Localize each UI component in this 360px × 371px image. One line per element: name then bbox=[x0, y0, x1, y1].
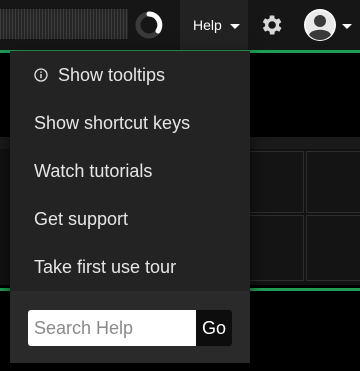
top-navbar: Help bbox=[0, 0, 360, 50]
menu-item-show-shortcut-keys[interactable]: Show shortcut keys bbox=[10, 99, 250, 147]
help-menu-button[interactable]: Help bbox=[180, 0, 248, 50]
caret-down-icon bbox=[229, 23, 240, 29]
help-menu-list: Show tooltips Show shortcut keys Watch t… bbox=[10, 51, 250, 291]
caret-down-icon bbox=[342, 23, 352, 29]
loading-spinner-icon bbox=[135, 11, 163, 39]
menu-item-first-use-tour[interactable]: Take first use tour bbox=[10, 243, 250, 291]
dashboard-tile bbox=[306, 215, 360, 281]
help-search-area: Go bbox=[10, 291, 250, 363]
app-root: Help Show tooltips Show shortcut keys Wa… bbox=[0, 0, 360, 371]
help-button-label: Help bbox=[193, 17, 222, 33]
user-menu-button[interactable] bbox=[302, 6, 360, 44]
menu-item-label: Show tooltips bbox=[58, 64, 166, 85]
dashboard-tile bbox=[248, 151, 304, 213]
menu-item-label: Get support bbox=[34, 208, 129, 229]
menu-item-label: Take first use tour bbox=[34, 256, 177, 277]
dashboard-tile bbox=[248, 215, 304, 281]
menu-item-watch-tutorials[interactable]: Watch tutorials bbox=[10, 147, 250, 195]
help-dropdown-menu: Show tooltips Show shortcut keys Watch t… bbox=[10, 51, 250, 363]
menu-item-label: Watch tutorials bbox=[34, 160, 153, 181]
info-icon bbox=[34, 68, 48, 82]
dashboard-tile bbox=[306, 151, 360, 213]
go-button[interactable]: Go bbox=[196, 310, 232, 346]
brand-logo-area bbox=[0, 9, 128, 39]
menu-item-label: Show shortcut keys bbox=[34, 112, 191, 133]
user-avatar-icon bbox=[304, 9, 336, 41]
search-help-input[interactable] bbox=[28, 310, 196, 346]
menu-item-show-tooltips[interactable]: Show tooltips bbox=[10, 51, 250, 99]
menu-item-get-support[interactable]: Get support bbox=[10, 195, 250, 243]
gear-icon[interactable] bbox=[258, 12, 284, 38]
